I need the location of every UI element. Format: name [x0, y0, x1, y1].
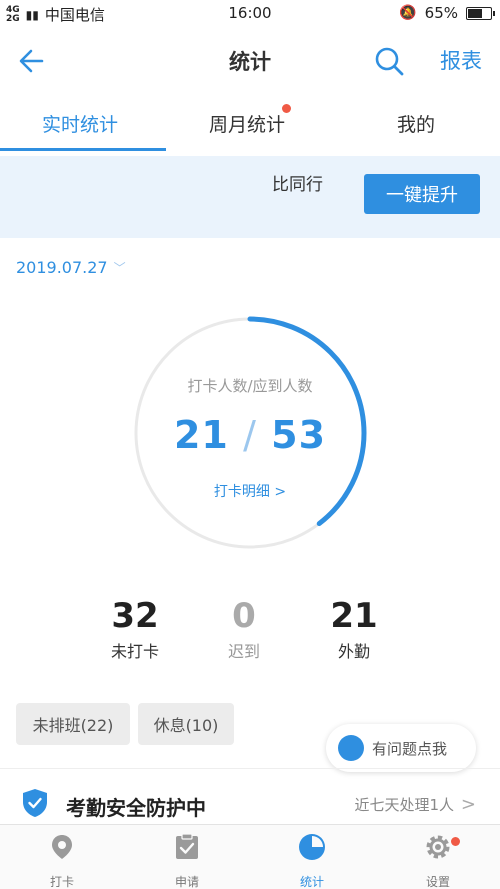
ring-count: 21 / 53	[130, 413, 370, 457]
tab-realtime[interactable]: 实时统计	[42, 110, 118, 137]
settings-badge	[451, 837, 460, 846]
chip-rest[interactable]: 休息(10)	[138, 703, 234, 745]
bottom-tab-label: 申请	[174, 875, 199, 889]
date-value: 2019.07.27	[16, 258, 108, 277]
bottom-tab-settings[interactable]: 设置	[398, 833, 478, 889]
page-title: 统计	[229, 50, 271, 74]
bottom-tab-bar: 打卡 申请 统计 设置	[0, 824, 500, 889]
chip-unscheduled[interactable]: 未排班(22)	[16, 703, 130, 745]
help-label: 有问题点我	[372, 739, 448, 758]
help-float-button[interactable]: 有问题点我	[326, 724, 476, 772]
clipboard-check-icon	[176, 833, 198, 859]
bottom-tab-apply[interactable]: 申请	[147, 833, 227, 889]
divider	[0, 768, 500, 769]
security-row[interactable]: 考勤安全防护中 近七天处理1人 >	[0, 780, 500, 824]
active-tab-indicator	[0, 148, 166, 151]
bottom-tab-label: 统计	[299, 875, 324, 889]
upgrade-button[interactable]: 一键提升	[364, 174, 480, 214]
security-detail: 近七天处理1人	[354, 796, 454, 814]
stat-value: 21	[330, 596, 378, 636]
shield-check-icon	[23, 789, 47, 817]
battery-icon	[466, 6, 495, 20]
stat-label: 外勤	[337, 642, 370, 661]
total-count: 53	[271, 413, 327, 457]
stat-label: 未打卡	[110, 642, 159, 661]
tab-weekly-monthly-label: 周月统计	[209, 114, 286, 136]
location-pin-icon	[52, 835, 72, 859]
gear-icon	[426, 835, 450, 859]
ring-label: 打卡人数/应到人数	[187, 377, 313, 395]
bell-muted-icon: 🔕	[399, 5, 417, 21]
notification-dot	[282, 104, 292, 113]
pie-chart-icon	[299, 834, 325, 860]
bottom-tab-label: 打卡	[49, 875, 74, 889]
stat-value: 32	[111, 596, 159, 636]
checkin-detail-link[interactable]: 打卡明细 >	[130, 481, 370, 501]
status-bar: 4G 2G ▮▮ 中国电信 16:00 🔕 65%	[0, 0, 500, 28]
tab-mine[interactable]: 我的	[397, 110, 435, 137]
bottom-tab-checkin[interactable]: 打卡	[22, 833, 102, 889]
search-icon[interactable]	[372, 44, 406, 78]
chevron-right-icon: >	[460, 794, 476, 815]
bottom-tab-label: 设置	[425, 875, 450, 889]
stat-field-work[interactable]: 21 外勤	[309, 596, 399, 662]
tab-bar: 实时统计 周月统计 我的	[0, 96, 500, 152]
battery-percent: 65%	[424, 4, 458, 22]
tab-weekly-monthly[interactable]: 周月统计	[209, 104, 292, 137]
header: 统计 报表	[0, 34, 500, 88]
report-button[interactable]: 报表	[440, 45, 482, 75]
banner-text: 比同行	[272, 175, 323, 195]
chat-bubble-icon	[338, 735, 364, 761]
battery-level	[468, 8, 483, 18]
stat-value: 0	[232, 596, 256, 636]
date-selector[interactable]: 2019.07.27 ﹀	[16, 258, 126, 277]
attendance-ring: 打卡人数/应到人数 21 / 53 打卡明细 >	[130, 313, 370, 553]
count-separator: /	[243, 413, 257, 457]
promo-banner: 比同行 一键提升	[0, 156, 500, 238]
bottom-tab-stats[interactable]: 统计	[272, 833, 352, 889]
chevron-down-icon: ﹀	[113, 261, 126, 275]
stat-label: 迟到	[227, 642, 260, 661]
stat-late[interactable]: 0 迟到	[199, 596, 289, 662]
security-title: 考勤安全防护中	[66, 796, 206, 820]
stat-not-checked-in[interactable]: 32 未打卡	[90, 596, 180, 662]
checked-in-count: 21	[173, 413, 229, 457]
